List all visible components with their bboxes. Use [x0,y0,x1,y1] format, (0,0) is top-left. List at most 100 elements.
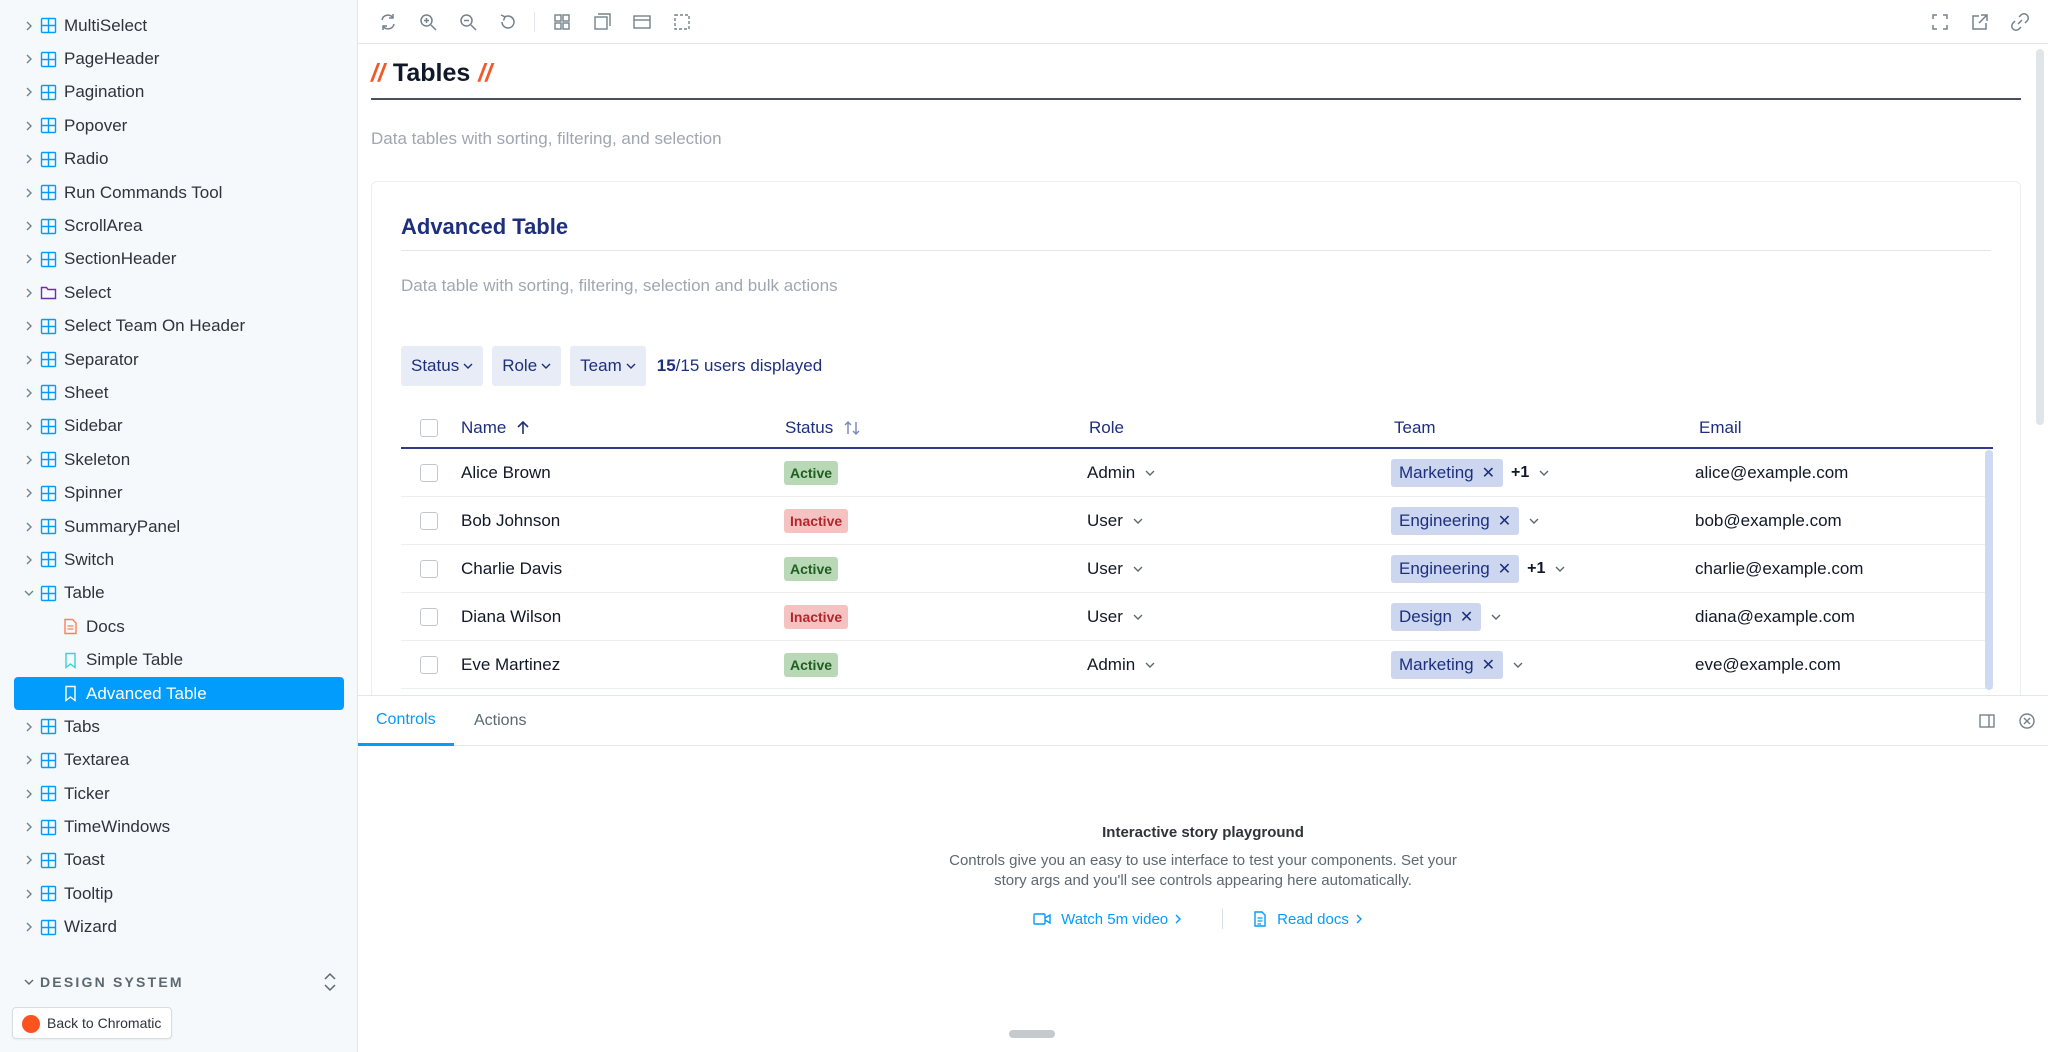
sidebar-item-sheet[interactable]: Sheet [0,376,357,409]
sidebar-item-timewindows[interactable]: TimeWindows [0,810,357,843]
chevron-right-icon[interactable] [24,21,34,31]
chevron-right-icon[interactable] [24,822,34,832]
chevron-right-icon[interactable] [24,555,34,565]
sidebar-item-separator[interactable]: Separator [0,343,357,376]
chevron-right-icon[interactable] [24,154,34,164]
tab-controls[interactable]: Controls [358,696,454,746]
sidebar-item-wizard[interactable]: Wizard [0,911,357,944]
background-icon[interactable] [592,12,612,32]
sidebar-item-skeleton[interactable]: Skeleton [0,443,357,476]
sidebar-item-advanced-table[interactable]: Advanced Table [14,676,344,711]
sidebar-item-pagination[interactable]: Pagination [0,76,357,109]
sidebar-item-run-commands-tool[interactable]: Run Commands Tool [0,176,357,209]
chevron-right-icon[interactable] [24,288,34,298]
zoom-in-icon[interactable] [418,12,438,32]
sidebar-item-scrollarea[interactable]: ScrollArea [0,209,357,242]
zoom-reset-icon[interactable] [498,12,518,32]
row-checkbox[interactable] [420,655,438,674]
filter-status-button[interactable]: Status [401,346,484,386]
sidebar-item-popover[interactable]: Popover [0,109,357,142]
team-cell[interactable]: Marketing ✕ +1 [1391,449,1550,496]
chevron-right-icon[interactable] [24,789,34,799]
grid-icon[interactable] [552,12,572,32]
column-role-header[interactable]: Role [1089,406,1124,449]
chevron-right-icon[interactable] [24,388,34,398]
chevron-right-icon[interactable] [24,488,34,498]
table-row[interactable]: Bob Johnson Inactive User Engineering ✕ bob@e… [401,497,1993,545]
sidebar-item-ticker[interactable]: Ticker [0,777,357,810]
expand-collapse-icon[interactable] [322,972,338,992]
remove-tag-icon[interactable]: ✕ [1498,511,1511,531]
chevron-down-icon[interactable] [1490,611,1502,623]
sidebar-item-switch[interactable]: Switch [0,543,357,576]
row-checkbox[interactable] [420,463,438,482]
sidebar-item-multiselect[interactable]: MultiSelect [0,9,357,42]
sidebar-item-radio[interactable]: Radio [0,143,357,176]
chevron-right-icon[interactable] [24,221,34,231]
column-status-header[interactable]: Status [785,406,861,449]
open-new-tab-icon[interactable] [1970,12,1990,32]
remove-tag-icon[interactable]: ✕ [1460,607,1473,627]
row-checkbox[interactable] [420,607,438,626]
table-scrollbar[interactable] [1985,450,1993,690]
tab-actions[interactable]: Actions [474,696,526,746]
panel-orientation-icon[interactable] [1978,712,1996,730]
canvas-scrollbar[interactable] [2036,49,2044,425]
watch-video-link[interactable]: Watch 5m video [1033,911,1192,928]
team-cell[interactable]: Engineering ✕ +1 [1391,545,1566,592]
role-cell[interactable]: Admin [1087,449,1156,496]
table-row[interactable]: Charlie Davis Active User Engineering ✕ +1 cha… [401,545,1993,593]
chevron-down-icon[interactable] [1132,563,1144,575]
back-to-chromatic-button[interactable]: Back to Chromatic [12,1007,173,1039]
chevron-right-icon[interactable] [24,421,34,431]
outline-icon[interactable] [672,12,692,32]
column-name-header[interactable]: Name [461,406,530,449]
fullscreen-icon[interactable] [1930,12,1950,32]
row-checkbox[interactable] [420,559,438,578]
zoom-out-icon[interactable] [458,12,478,32]
chevron-down-icon[interactable] [24,588,34,598]
remove-tag-icon[interactable]: ✕ [1498,559,1511,579]
role-cell[interactable]: User [1087,593,1144,640]
column-team-header[interactable]: Team [1394,406,1436,449]
chevron-right-icon[interactable] [24,522,34,532]
row-checkbox[interactable] [420,511,438,530]
chevron-right-icon[interactable] [24,54,34,64]
sidebar-item-table[interactable]: Table [0,577,357,610]
sidebar-item-select[interactable]: Select [0,276,357,309]
chevron-down-icon[interactable] [1144,659,1156,671]
viewport-icon[interactable] [632,12,652,32]
table-row[interactable]: Alice Brown Active Admin Marketing ✕ +1 alice@… [401,449,1993,497]
chevron-right-icon[interactable] [24,455,34,465]
reload-icon[interactable] [378,12,398,32]
panel-resize-handle[interactable] [1009,1030,1055,1038]
remove-tag-icon[interactable]: ✕ [1482,463,1495,483]
team-cell[interactable]: Engineering ✕ [1391,497,1540,544]
sidebar-item-textarea[interactable]: Textarea [0,744,357,777]
sidebar-item-spinner[interactable]: Spinner [0,476,357,509]
team-cell[interactable]: Design ✕ [1391,593,1502,640]
sidebar-item-summarypanel[interactable]: SummaryPanel [0,510,357,543]
role-cell[interactable]: User [1087,497,1144,544]
chevron-down-icon[interactable] [1528,515,1540,527]
select-all-checkbox[interactable] [420,418,438,437]
filter-role-button[interactable]: Role [492,346,562,386]
read-docs-link[interactable]: Read docs [1253,911,1373,928]
team-cell[interactable]: Marketing ✕ [1391,641,1524,688]
filter-team-button[interactable]: Team [570,346,646,386]
remove-tag-icon[interactable]: ✕ [1482,655,1495,675]
chevron-down-icon[interactable] [1144,467,1156,479]
chevron-right-icon[interactable] [24,254,34,264]
sidebar-item-sectionheader[interactable]: SectionHeader [0,243,357,276]
chevron-down-icon[interactable] [1512,659,1524,671]
chevron-right-icon[interactable] [24,87,34,97]
chevron-right-icon[interactable] [24,755,34,765]
chevron-right-icon[interactable] [24,889,34,899]
close-panel-icon[interactable] [2018,712,2036,730]
chevron-right-icon[interactable] [24,722,34,732]
chevron-down-icon[interactable] [1554,563,1566,575]
table-row[interactable]: Eve Martinez Active Admin Marketing ✕ eve@exa… [401,641,1993,689]
sidebar-item-tabs[interactable]: Tabs [0,710,357,743]
design-system-section-header[interactable]: DESIGN SYSTEM [22,970,338,994]
chevron-right-icon[interactable] [24,188,34,198]
